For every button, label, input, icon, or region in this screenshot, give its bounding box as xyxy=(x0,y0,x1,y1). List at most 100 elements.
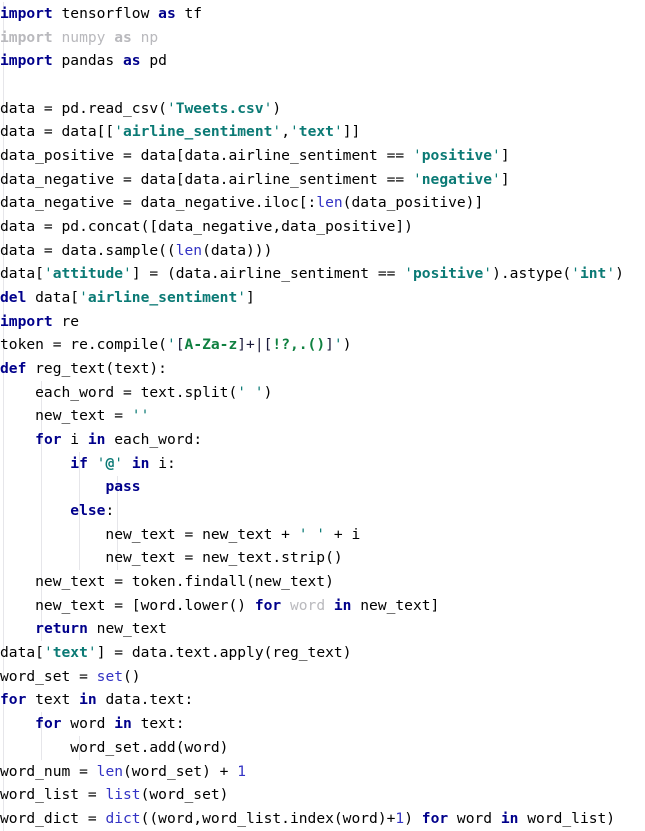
code-line[interactable]: import re xyxy=(0,310,645,334)
code-token: word_set = xyxy=(0,667,97,685)
code-token: for xyxy=(421,809,449,827)
code-token: + i xyxy=(325,525,361,543)
code-line[interactable]: new_text = token.findall(new_text) xyxy=(0,570,645,594)
code-token: as xyxy=(123,52,141,70)
code-token: ' xyxy=(412,170,422,188)
code-token: text xyxy=(298,123,334,141)
code-line[interactable]: word_set.add(word) xyxy=(0,736,645,760)
code-token: ' ' xyxy=(237,383,264,401)
code-token: text: xyxy=(131,715,185,733)
code-token: len xyxy=(316,194,343,212)
code-line[interactable]: import pandas as pd xyxy=(0,49,645,73)
code-token: new_text xyxy=(87,620,167,638)
code-line[interactable]: pass xyxy=(0,475,645,499)
code-line[interactable]: data = pd.concat([data_negative,data_pos… xyxy=(0,215,645,239)
code-token: token = re.compile( xyxy=(0,336,167,354)
code-token: ' xyxy=(237,289,247,307)
code-token: for xyxy=(254,596,282,614)
code-line[interactable]: data['text'] = data.text.apply(reg_text) xyxy=(0,641,645,665)
code-line[interactable]: new_text = [word.lower() for word in new… xyxy=(0,594,645,618)
code-token: def xyxy=(0,360,27,378)
code-token: ' xyxy=(166,99,176,117)
code-token: pandas xyxy=(52,52,124,70)
code-token: ' xyxy=(87,644,97,662)
code-token: data_positive = data[data.airline_sentim… xyxy=(0,147,413,165)
code-token: ' xyxy=(333,123,343,141)
code-line[interactable]: import tensorflow as tf xyxy=(0,2,645,26)
code-token: ' xyxy=(43,644,53,662)
code-line[interactable]: data = data[['airline_sentiment','text']… xyxy=(0,120,645,144)
code-line[interactable]: import numpy as np xyxy=(0,26,645,50)
code-token: in xyxy=(500,809,519,827)
code-token: , xyxy=(281,123,290,141)
code-token: len xyxy=(96,762,124,780)
code-token: set xyxy=(96,667,124,685)
code-line[interactable]: data = pd.read_csv('Tweets.csv') xyxy=(0,97,645,121)
code-token: int xyxy=(579,265,607,283)
code-line[interactable]: else: xyxy=(0,499,645,523)
code-token: ] = (data.airline_sentiment == xyxy=(131,265,405,283)
code-editor[interactable]: import tensorflow as tf import numpy as n… xyxy=(0,0,645,831)
code-line[interactable]: del data['airline_sentiment'] xyxy=(0,286,645,310)
code-token: ' xyxy=(123,265,132,283)
code-token: del xyxy=(0,289,27,307)
code-token: ' xyxy=(404,265,413,283)
code-line[interactable]: if '@' in i: xyxy=(0,452,645,476)
code-line[interactable]: each_word = text.split(' ') xyxy=(0,381,645,405)
code-line[interactable]: word_num = len(word_set) + 1 xyxy=(0,760,645,784)
code-line[interactable]: word_dict = dict((word,word_list.index(w… xyxy=(0,807,645,831)
code-line[interactable]: data_negative = data_negative.iloc[:len(… xyxy=(0,191,645,215)
code-token: tf xyxy=(175,5,203,22)
code-line[interactable]: def reg_text(text): xyxy=(0,357,645,381)
code-token: for xyxy=(0,691,27,709)
code-token: numpy xyxy=(52,28,115,46)
code-token: else xyxy=(70,502,106,520)
code-line[interactable]: return new_text xyxy=(0,617,645,641)
code-token: each_word: xyxy=(105,431,203,449)
code-line[interactable]: for i in each_word: xyxy=(0,428,645,452)
code-line-list[interactable]: import tensorflow as tf import numpy as n… xyxy=(0,0,645,831)
code-token: tensorflow xyxy=(52,5,159,22)
code-token: in xyxy=(114,715,132,733)
code-token: word_list) xyxy=(518,809,616,827)
code-token: ] xyxy=(500,170,510,188)
code-line[interactable]: data['attitude'] = (data.airline_sentime… xyxy=(0,262,645,286)
code-line[interactable]: new_text = new_text + ' ' + i xyxy=(0,523,645,547)
code-line[interactable]: word_list = list(word_set) xyxy=(0,783,645,807)
code-line[interactable]: data_positive = data[data.airline_sentim… xyxy=(0,144,645,168)
code-token: each_word = text.split( xyxy=(0,383,238,401)
code-token: ) xyxy=(272,99,282,117)
code-token: ' xyxy=(272,123,282,141)
code-token: in xyxy=(87,431,106,449)
code-line[interactable] xyxy=(0,73,645,97)
code-line[interactable]: for text in data.text: xyxy=(0,688,645,712)
code-token: reg_text(text): xyxy=(26,360,167,378)
code-line[interactable]: new_text = '' xyxy=(0,404,645,428)
code-line[interactable]: token = re.compile('[A-Za-z]+|[!?,.()]') xyxy=(0,333,645,357)
code-token: import xyxy=(0,312,53,330)
code-token: ) xyxy=(615,265,624,283)
code-token: data[ xyxy=(0,644,44,662)
code-token: ' ' xyxy=(298,525,326,543)
code-token: as xyxy=(158,5,176,22)
code-token: data[ xyxy=(26,289,80,307)
code-token: word_set.add(word) xyxy=(0,738,229,756)
code-line[interactable]: for word in text: xyxy=(0,712,645,736)
code-line[interactable]: word_set = set() xyxy=(0,665,645,689)
code-token: (data))) xyxy=(202,241,273,259)
code-token: : xyxy=(105,502,115,520)
code-line[interactable]: data = data.sample((len(data))) xyxy=(0,239,645,263)
code-token: ' xyxy=(412,147,422,165)
code-token: positive xyxy=(413,265,484,283)
code-token: ' xyxy=(43,265,53,283)
code-token: 1 xyxy=(395,809,405,827)
code-token: [ xyxy=(175,336,185,354)
code-line[interactable]: data_negative = data[data.airline_sentim… xyxy=(0,168,645,192)
code-token: import xyxy=(0,28,53,46)
code-line[interactable]: new_text = new_text.strip() xyxy=(0,546,645,570)
